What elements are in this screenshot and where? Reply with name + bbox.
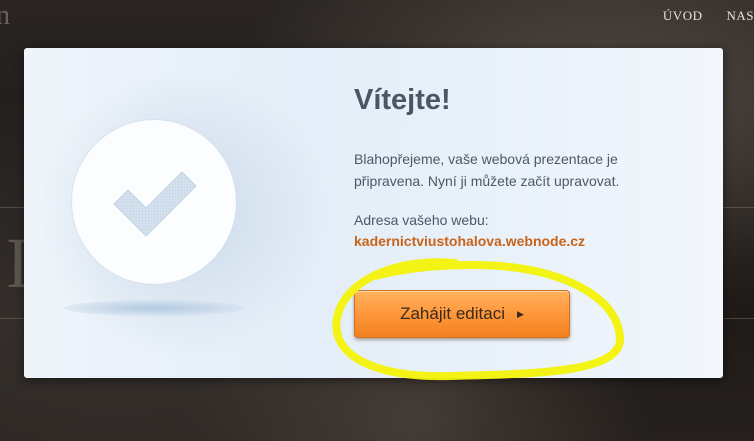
background-site-nav: ÚVOD NAS	[663, 8, 754, 24]
background-divider	[0, 318, 24, 319]
website-address-link[interactable]: kadernictviustohalova.webnode.cz	[354, 233, 585, 249]
triangle-right-icon: ▶	[516, 308, 524, 319]
nav-item-uvod[interactable]: ÚVOD	[663, 8, 703, 24]
start-editing-label: Zahájit editaci	[400, 304, 505, 323]
start-editing-button[interactable]: Zahájit editaci ▶	[354, 290, 570, 338]
background-divider	[0, 207, 24, 208]
address-label: Adresa vašeho webu:	[354, 212, 489, 228]
background-site-logo-fragment: n	[0, 0, 10, 31]
nav-item-nas[interactable]: NAS	[726, 8, 754, 24]
modal-title: Vítejte!	[354, 84, 451, 116]
welcome-modal: Vítejte! Blahopřejeme, vaše webová preze…	[24, 48, 723, 378]
welcome-message: Blahopřejeme, vaše webová prezentace je …	[354, 151, 620, 189]
checkmark-icon	[113, 171, 197, 237]
background-divider	[723, 318, 754, 319]
checkmark-circle-icon	[72, 120, 236, 284]
background-divider	[723, 207, 754, 208]
icon-shadow	[64, 300, 244, 316]
